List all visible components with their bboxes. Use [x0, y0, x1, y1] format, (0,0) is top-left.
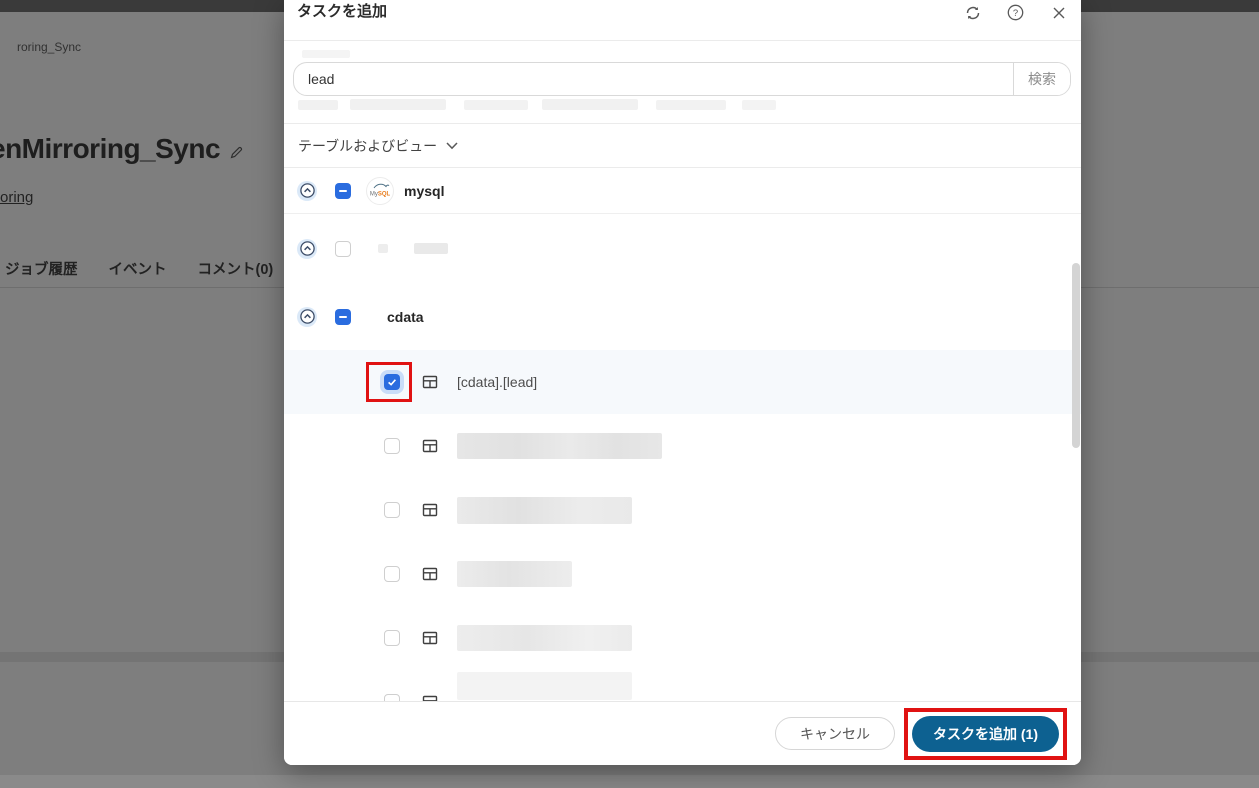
chevron-up-circle-icon — [299, 241, 315, 256]
chevron-down-icon — [446, 141, 458, 150]
tree-row-table — [284, 478, 1081, 542]
table-icon — [422, 630, 438, 646]
checkbox-connection[interactable] — [335, 182, 351, 199]
checkbox-schema[interactable] — [335, 240, 351, 257]
collapse-toggle-button[interactable] — [297, 306, 317, 327]
indeterminate-dash — [339, 189, 347, 192]
table-icon — [422, 438, 438, 454]
table-icon — [422, 502, 438, 518]
redacted-label — [457, 561, 572, 587]
object-type-filter[interactable]: テーブルおよびビュー — [284, 123, 1081, 168]
svg-text:?: ? — [1013, 8, 1018, 19]
redacted-text — [298, 100, 338, 110]
table-icon — [422, 566, 438, 582]
redacted-text — [542, 99, 638, 110]
redacted-label — [457, 672, 632, 700]
checkbox-table[interactable] — [384, 566, 400, 582]
mysql-icon: MySQL — [366, 176, 394, 205]
checkbox-table-checked[interactable] — [384, 374, 400, 390]
modal-header: タスクを追加 ? — [284, 0, 1081, 41]
tree-row-connection: MySQL mysql — [284, 168, 1081, 214]
redacted-text — [350, 99, 446, 110]
highlight-box-submit: タスクを追加 (1) — [904, 707, 1067, 760]
checkbox-table[interactable] — [384, 438, 400, 454]
scrollbar-thumb[interactable] — [1072, 263, 1080, 448]
search-input[interactable] — [294, 63, 1013, 95]
tree-row-schema — [284, 214, 1081, 283]
tree-row-schema: cdata — [284, 283, 1081, 350]
table-label: [cdata].[lead] — [457, 374, 538, 390]
redacted-text — [464, 100, 528, 110]
collapse-toggle-button[interactable] — [297, 238, 317, 259]
tree-row-table-clipped — [284, 670, 1081, 701]
redacted-label — [457, 433, 662, 459]
svg-text:MySQL: MySQL — [370, 191, 391, 197]
help-icon[interactable]: ? — [1007, 4, 1024, 21]
cancel-button[interactable]: キャンセル — [775, 717, 895, 750]
modal-footer: キャンセル タスクを追加 (1) — [284, 701, 1081, 765]
add-task-button[interactable]: タスクを追加 (1) — [912, 715, 1059, 752]
checkbox-table[interactable] — [384, 694, 400, 701]
add-task-modal: タスクを追加 ? lead 検索 テーブルおよびビュー MySQL mysql … — [284, 0, 1081, 765]
filter-label: テーブルおよびビュー — [298, 137, 438, 154]
schema-label: cdata — [387, 308, 424, 325]
checkbox-table[interactable] — [384, 502, 400, 518]
refresh-icon[interactable] — [964, 4, 981, 21]
redacted-label — [457, 625, 632, 651]
indeterminate-dash — [339, 315, 347, 318]
tree-row-table-selected: [cdata].[lead] — [284, 350, 1081, 414]
redacted-label — [457, 496, 632, 524]
redacted-text — [302, 50, 350, 58]
redacted-text — [742, 100, 776, 110]
collapse-toggle-button[interactable] — [297, 180, 317, 201]
tree-row-table — [284, 414, 1081, 478]
checkbox-schema[interactable] — [335, 308, 351, 325]
redacted-text — [656, 100, 726, 110]
chevron-up-circle-icon — [299, 183, 315, 198]
search-button[interactable]: 検索 — [1013, 63, 1070, 95]
redacted-label — [378, 244, 388, 253]
connection-label: mysql — [404, 182, 445, 199]
modal-title: タスクを追加 — [297, 3, 388, 20]
tree-row-table — [284, 606, 1081, 670]
chevron-up-circle-icon — [299, 309, 315, 324]
close-icon[interactable] — [1050, 4, 1067, 21]
table-icon — [422, 374, 438, 390]
table-icon — [422, 694, 438, 701]
modal-header-icons: ? — [964, 2, 1067, 21]
tree-row-table — [284, 542, 1081, 606]
search-box: 検索 — [293, 62, 1071, 96]
redacted-label — [414, 243, 448, 254]
checkbox-table[interactable] — [384, 630, 400, 646]
